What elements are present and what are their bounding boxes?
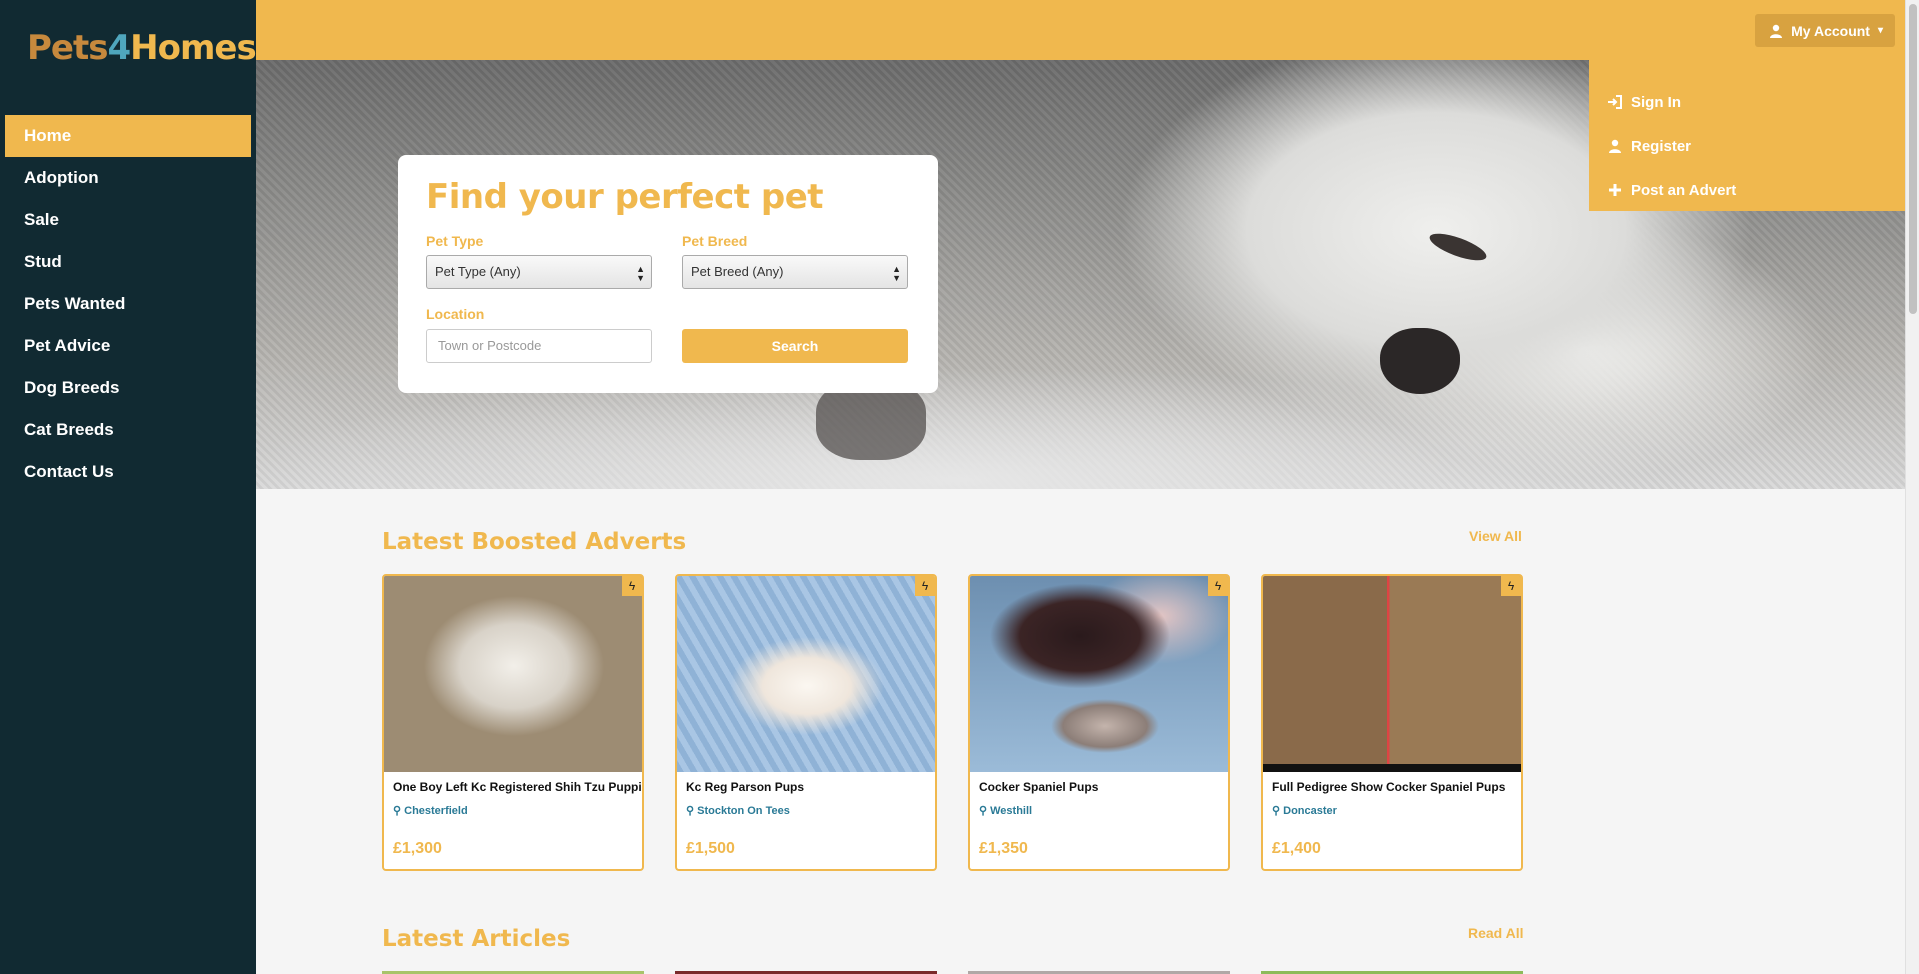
sidebar: Pets4Homes Home Adoption Sale Stud Pets … — [0, 0, 257, 974]
nav-item-sale[interactable]: Sale — [5, 199, 251, 241]
advert-card[interactable]: ϟ Cocker Spaniel Pups ⚲ Westhill £1,350 — [968, 574, 1230, 871]
pet-breed-select[interactable]: Pet Breed (Any) ▲ ▼ — [682, 255, 908, 289]
menu-item-post-advert[interactable]: Post an Advert — [1589, 168, 1905, 212]
map-marker-icon: ⚲ — [686, 805, 695, 817]
advert-location: ⚲ Chesterfield — [393, 804, 468, 817]
my-account-button[interactable]: My Account ▾ — [1755, 14, 1895, 47]
select-arrows-icon: ▲ ▼ — [892, 264, 901, 283]
pet-breed-label: Pet Breed — [682, 233, 748, 249]
boost-bolt-icon: ϟ — [622, 576, 642, 596]
search-button[interactable]: Search — [682, 329, 908, 363]
caret-down-icon: ▾ — [1877, 25, 1883, 36]
advert-title: Cocker Spaniel Pups — [979, 780, 1099, 794]
read-all-link[interactable]: Read All — [1468, 925, 1524, 941]
nav-item-cat-breeds[interactable]: Cat Breeds — [5, 409, 251, 451]
top-bar: My Account ▾ — [256, 0, 1905, 60]
nav-item-pets-wanted[interactable]: Pets Wanted — [5, 283, 251, 325]
search-title: Find your perfect pet — [426, 177, 824, 217]
map-marker-icon: ⚲ — [393, 805, 402, 817]
boost-bolt-icon: ϟ — [1208, 576, 1228, 596]
pet-type-select[interactable]: Pet Type (Any) ▲ ▼ — [426, 255, 652, 289]
advert-title: Full Pedigree Show Cocker Spaniel Pups — [1272, 780, 1506, 794]
view-all-link[interactable]: View All — [1469, 528, 1522, 544]
nav-item-contact-us[interactable]: Contact Us — [5, 451, 251, 493]
user-icon — [1609, 139, 1621, 153]
advert-price: £1,500 — [686, 840, 735, 857]
advert-image — [1263, 576, 1521, 772]
advert-location: ⚲ Doncaster — [1272, 804, 1337, 817]
logo-text-pets: Pets — [27, 28, 108, 68]
logo-text-homes: Homes — [130, 28, 257, 68]
menu-item-label: Register — [1631, 137, 1692, 155]
nav-item-dog-breeds[interactable]: Dog Breeds — [5, 367, 251, 409]
user-icon — [1770, 24, 1783, 38]
advert-image — [677, 576, 935, 772]
scrollbar-thumb[interactable] — [1909, 4, 1917, 314]
sign-in-icon — [1608, 95, 1622, 109]
location-label: Location — [426, 306, 485, 322]
pet-breed-value: Pet Breed (Any) — [691, 264, 784, 279]
advert-card[interactable]: ϟ Kc Reg Parson Pups ⚲ Stockton On Tees … — [675, 574, 937, 871]
advert-price: £1,400 — [1272, 840, 1321, 857]
hero-image-detail — [1380, 328, 1460, 394]
advert-price: £1,300 — [393, 840, 442, 857]
advert-location-text: Doncaster — [1283, 805, 1337, 817]
menu-item-label: Sign In — [1631, 93, 1681, 111]
advert-image — [384, 576, 642, 772]
advert-card[interactable]: ϟ One Boy Left Kc Registered Shih Tzu Pu… — [382, 574, 644, 871]
nav-item-pet-advice[interactable]: Pet Advice — [5, 325, 251, 367]
advert-location-text: Chesterfield — [404, 805, 468, 817]
map-marker-icon: ⚲ — [1272, 805, 1281, 817]
map-marker-icon: ⚲ — [979, 805, 988, 817]
advert-image — [970, 576, 1228, 772]
nav-item-adoption[interactable]: Adoption — [5, 157, 251, 199]
advert-title: One Boy Left Kc Registered Shih Tzu Pupp… — [393, 780, 644, 794]
nav-item-home[interactable]: Home — [5, 115, 251, 157]
boost-bolt-icon: ϟ — [1501, 576, 1521, 596]
advert-card[interactable]: ϟ Full Pedigree Show Cocker Spaniel Pups… — [1261, 574, 1523, 871]
menu-item-register[interactable]: Register — [1589, 124, 1905, 168]
advert-location-text: Stockton On Tees — [697, 805, 790, 817]
latest-articles-heading: Latest Articles — [382, 926, 571, 952]
advert-location: ⚲ Stockton On Tees — [686, 804, 790, 817]
location-input[interactable]: Town or Postcode — [426, 329, 652, 363]
plus-icon — [1609, 184, 1621, 196]
nav-item-stud[interactable]: Stud — [5, 241, 251, 283]
account-dropdown-menu: Sign In Register Post an Advert — [1589, 60, 1905, 211]
pet-type-label: Pet Type — [426, 233, 484, 249]
menu-item-label: Post an Advert — [1631, 181, 1737, 199]
advert-location: ⚲ Westhill — [979, 804, 1032, 817]
site-logo[interactable]: Pets4Homes — [27, 28, 257, 68]
boosted-adverts-heading: Latest Boosted Adverts — [382, 529, 687, 555]
advert-title: Kc Reg Parson Pups — [686, 780, 805, 794]
page-scrollbar[interactable] — [1905, 0, 1919, 974]
select-arrows-icon: ▲ ▼ — [636, 264, 645, 283]
pet-type-value: Pet Type (Any) — [435, 264, 521, 279]
advert-location-text: Westhill — [990, 805, 1033, 817]
my-account-label: My Account — [1791, 22, 1870, 39]
search-panel: Find your perfect pet Pet Type Pet Type … — [398, 155, 938, 393]
logo-text-4: 4 — [107, 28, 131, 68]
advert-price: £1,350 — [979, 840, 1028, 857]
main-nav: Home Adoption Sale Stud Pets Wanted Pet … — [5, 115, 251, 493]
boost-bolt-icon: ϟ — [915, 576, 935, 596]
image-caption-bar — [1263, 764, 1521, 772]
menu-item-sign-in[interactable]: Sign In — [1589, 80, 1905, 124]
